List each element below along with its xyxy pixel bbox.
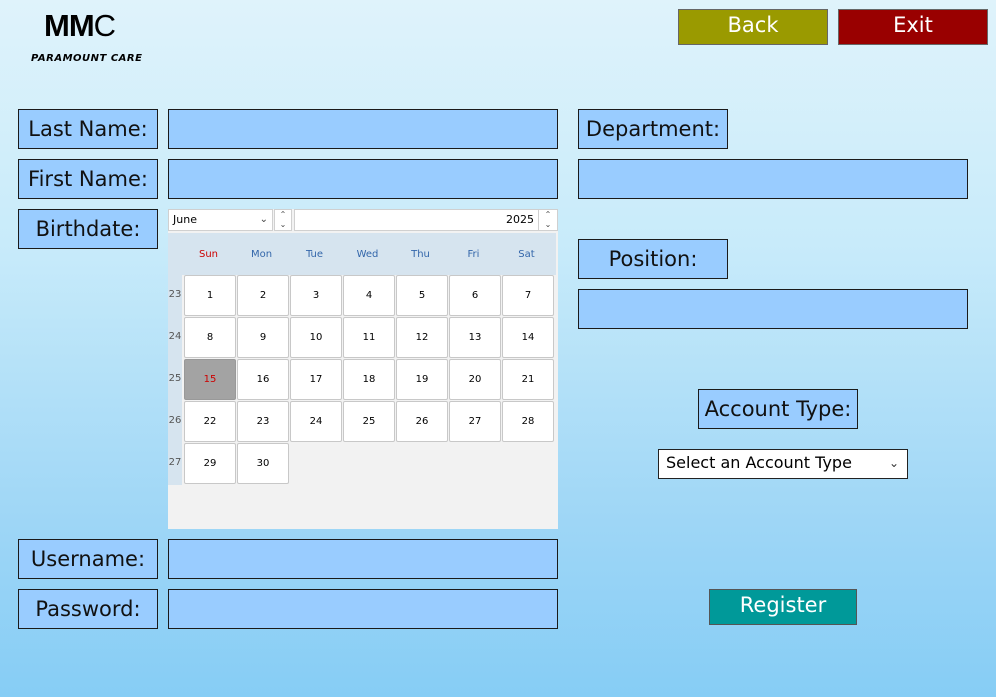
calendar-day[interactable]: 16: [237, 359, 289, 400]
calendar-day[interactable]: 26: [396, 401, 448, 442]
calendar-day[interactable]: 8: [184, 317, 236, 358]
calendar-day[interactable]: 11: [343, 317, 395, 358]
calendar-day[interactable]: 30: [237, 443, 289, 484]
chevron-down-icon: ⌄: [888, 456, 899, 470]
week-number: 26: [168, 415, 182, 426]
month-select[interactable]: June ⌄: [168, 209, 273, 231]
calendar-day[interactable]: 7: [502, 275, 554, 316]
weekday-sun: Sun: [198, 249, 219, 260]
week-number: 25: [168, 373, 182, 384]
week-number-column: [168, 233, 182, 485]
department-label: Department:: [578, 109, 728, 149]
calendar-day[interactable]: 24: [290, 401, 342, 442]
weekday-wed: Wed: [356, 249, 379, 260]
calendar-day-selected[interactable]: 15: [184, 359, 236, 400]
username-label: Username:: [18, 539, 158, 579]
calendar-day[interactable]: 28: [502, 401, 554, 442]
calendar-day[interactable]: 29: [184, 443, 236, 484]
username-input[interactable]: [168, 539, 558, 579]
spin-down-icon[interactable]: ⌄: [539, 220, 557, 230]
account-type-select[interactable]: Select an Account Type ⌄: [658, 449, 908, 479]
logo: MMC: [44, 8, 116, 43]
calendar-day[interactable]: 23: [237, 401, 289, 442]
position-input[interactable]: [578, 289, 968, 329]
calendar-day[interactable]: 5: [396, 275, 448, 316]
first-name-input[interactable]: [168, 159, 558, 199]
spin-up-icon[interactable]: ⌃: [539, 210, 557, 220]
calendar-day[interactable]: 27: [449, 401, 501, 442]
logo-subtitle: PARAMOUNT CARE: [31, 53, 143, 64]
year-input[interactable]: 2025: [294, 209, 539, 231]
calendar-day[interactable]: 20: [449, 359, 501, 400]
week-number: 23: [168, 289, 182, 300]
spin-down-icon[interactable]: ⌄: [275, 220, 291, 230]
first-name-label: First Name:: [18, 159, 158, 199]
month-value: June: [173, 213, 197, 226]
calendar-day[interactable]: 3: [290, 275, 342, 316]
exit-button[interactable]: Exit: [838, 9, 988, 45]
account-type-label: Account Type:: [698, 389, 858, 429]
weekday-thu: Thu: [411, 249, 430, 260]
calendar-day[interactable]: 18: [343, 359, 395, 400]
calendar-day[interactable]: 2: [237, 275, 289, 316]
calendar-day[interactable]: 17: [290, 359, 342, 400]
weekday-sat: Sat: [518, 249, 535, 260]
calendar-day[interactable]: 6: [449, 275, 501, 316]
year-spinner[interactable]: ⌃ ⌄: [538, 209, 558, 231]
back-button[interactable]: Back: [678, 9, 828, 45]
password-input[interactable]: [168, 589, 558, 629]
position-label: Position:: [578, 239, 728, 279]
week-number: 24: [168, 331, 182, 342]
birthdate-calendar: June ⌄ ⌃ ⌄ 2025 ⌃ ⌄ Sun Mon Tue Wed Thu Fri Sa…: [168, 209, 558, 529]
calendar-day[interactable]: 14: [502, 317, 554, 358]
calendar-day[interactable]: 13: [449, 317, 501, 358]
calendar-day[interactable]: 9: [237, 317, 289, 358]
calendar-day[interactable]: 25: [343, 401, 395, 442]
weekday-mon: Mon: [250, 249, 273, 260]
spin-up-icon[interactable]: ⌃: [275, 210, 291, 220]
account-type-value: Select an Account Type: [666, 453, 852, 472]
calendar-day[interactable]: 10: [290, 317, 342, 358]
password-label: Password:: [18, 589, 158, 629]
calendar-day[interactable]: 21: [502, 359, 554, 400]
department-input[interactable]: [578, 159, 968, 199]
birthdate-label: Birthdate:: [18, 209, 158, 249]
weekday-tue: Tue: [305, 249, 324, 260]
calendar-day[interactable]: 22: [184, 401, 236, 442]
week-number: 27: [168, 457, 182, 468]
weekday-fri: Fri: [467, 249, 480, 260]
calendar-day[interactable]: 19: [396, 359, 448, 400]
last-name-label: Last Name:: [18, 109, 158, 149]
chevron-down-icon: ⌄: [259, 214, 268, 225]
calendar-day[interactable]: 12: [396, 317, 448, 358]
month-spinner[interactable]: ⌃ ⌄: [274, 209, 292, 231]
calendar-day[interactable]: 4: [343, 275, 395, 316]
calendar-day[interactable]: 1: [184, 275, 236, 316]
last-name-input[interactable]: [168, 109, 558, 149]
register-button[interactable]: Register: [709, 589, 857, 625]
weekday-header: Sun Mon Tue Wed Thu Fri Sat: [182, 233, 556, 275]
